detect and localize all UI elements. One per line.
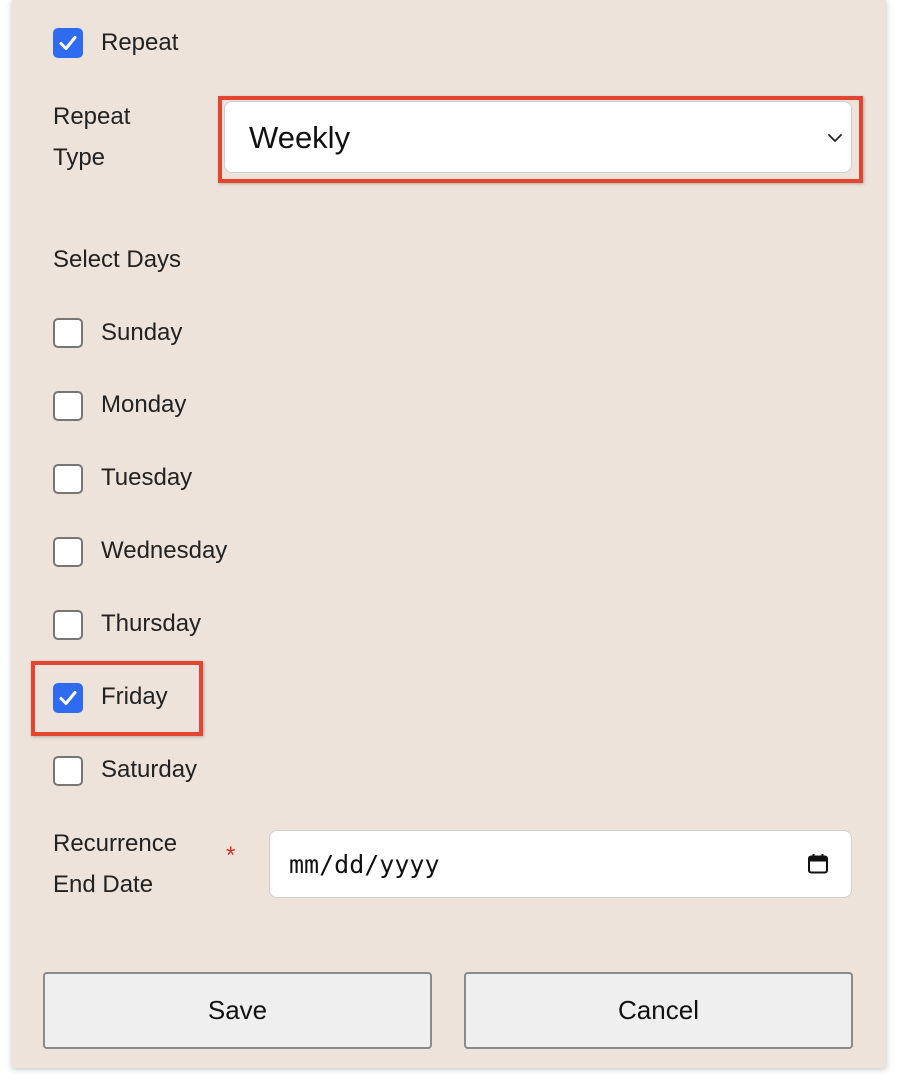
sunday-checkbox[interactable] xyxy=(53,318,83,348)
checkmark-icon xyxy=(59,691,77,705)
monday-label: Monday xyxy=(101,391,187,418)
checkmark-icon xyxy=(59,36,77,50)
recurrence-end-date-input[interactable]: mm/dd/yyyy xyxy=(269,830,852,898)
friday-label: Friday xyxy=(101,683,168,710)
thursday-checkbox[interactable] xyxy=(53,610,83,640)
tuesday-label: Tuesday xyxy=(101,464,193,491)
monday-checkbox[interactable] xyxy=(53,391,83,421)
saturday-checkbox[interactable] xyxy=(53,756,83,786)
save-button[interactable]: Save xyxy=(43,972,432,1049)
thursday-label: Thursday xyxy=(101,610,202,637)
repeat-type-label: Repeat Type xyxy=(53,103,131,171)
wednesday-label: Wednesday xyxy=(101,537,228,564)
sunday-label: Sunday xyxy=(101,319,183,346)
repeat-label: Repeat xyxy=(101,29,179,56)
wednesday-checkbox[interactable] xyxy=(53,537,83,567)
friday-checkbox[interactable] xyxy=(53,683,83,713)
date-placeholder: mm/dd/yyyy xyxy=(289,850,440,879)
repeat-type-selected-value: Weekly xyxy=(249,120,351,155)
saturday-label: Saturday xyxy=(101,756,198,783)
recurrence-end-date-label: Recurrence End Date xyxy=(53,830,178,898)
repeat-checkbox[interactable] xyxy=(53,28,83,58)
required-marker: * xyxy=(226,842,236,869)
cancel-button[interactable]: Cancel xyxy=(464,972,853,1049)
select-days-heading: Select Days xyxy=(53,246,182,273)
tuesday-checkbox[interactable] xyxy=(53,464,83,494)
calendar-icon[interactable] xyxy=(807,853,829,875)
repeat-type-select[interactable]: Weekly xyxy=(224,101,852,173)
chevron-down-icon xyxy=(828,134,842,142)
